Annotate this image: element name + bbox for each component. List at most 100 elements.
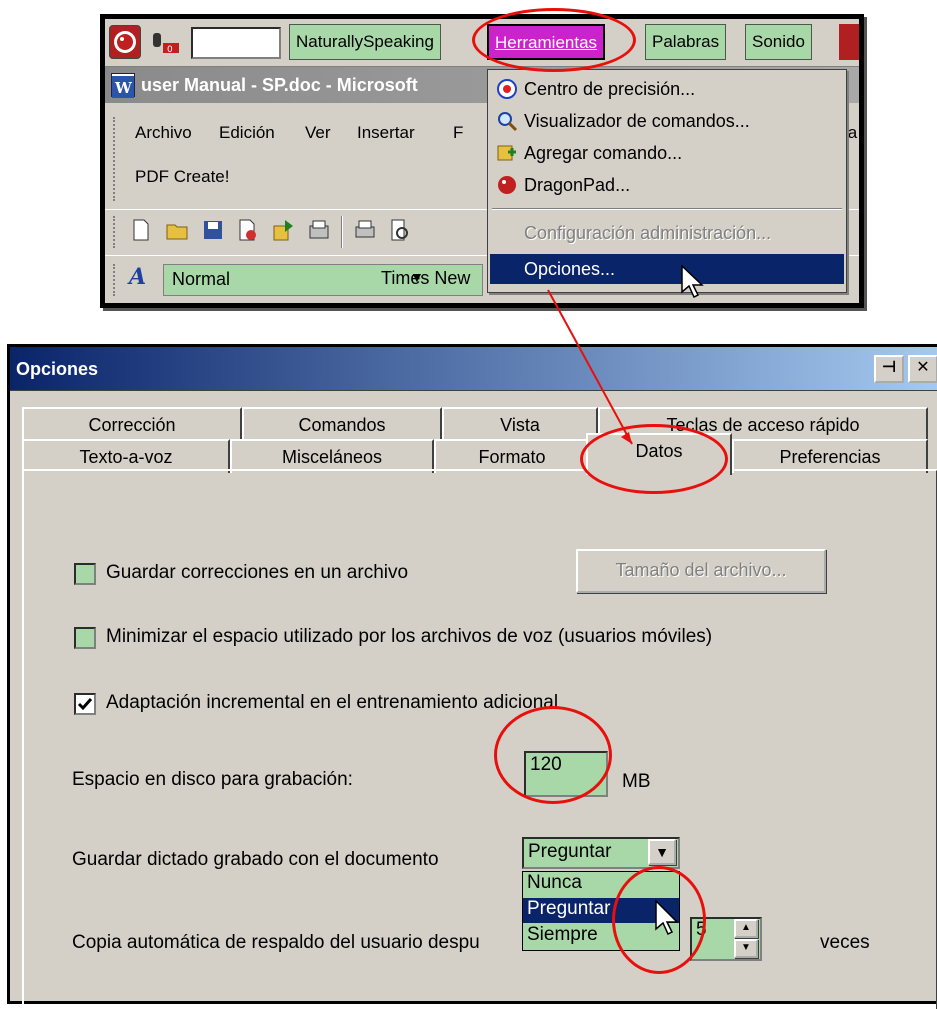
- menu-overflow[interactable]: [839, 24, 859, 60]
- style-value: Normal: [172, 269, 231, 289]
- add-command-icon: [497, 145, 516, 161]
- option-label: Nunca: [527, 872, 582, 893]
- option-label: Preguntar: [527, 898, 611, 919]
- tab-formato[interactable]: Formato: [434, 439, 590, 473]
- word-dragon-screenshot: 0 NaturallySpeaking Herramientas Palabra…: [100, 14, 864, 308]
- menu-item-label: Configuración administración...: [524, 223, 772, 243]
- tamano-archivo-button: Tamaño del archivo...: [576, 549, 826, 593]
- menu-edicion[interactable]: Edición: [219, 123, 275, 143]
- toolbar-separator: [341, 216, 343, 248]
- tab-datos[interactable]: Datos: [586, 433, 732, 475]
- tab-comandos[interactable]: Comandos: [242, 407, 442, 441]
- tamano-archivo-label: Tamaño del archivo...: [615, 560, 787, 580]
- tab-vista[interactable]: Vista: [442, 407, 598, 441]
- magnifier-icon: [498, 112, 518, 132]
- dragon-toolbar: 0 NaturallySpeaking Herramientas Palabra…: [105, 19, 859, 67]
- guardar-dictado-selected: Preguntar: [528, 841, 612, 862]
- audio-level-box: [191, 27, 281, 59]
- checkmark-icon: [77, 698, 93, 711]
- menu-naturallyspeaking[interactable]: NaturallySpeaking: [289, 24, 441, 60]
- open-folder-icon[interactable]: [165, 218, 189, 242]
- tab-correccion[interactable]: Corrección: [22, 407, 242, 441]
- font-value[interactable]: Times New: [381, 268, 470, 289]
- svg-text:W: W: [114, 79, 133, 97]
- spin-down-icon[interactable]: ▼: [734, 939, 758, 958]
- espacio-disco-label: Espacio en disco para grabación:: [72, 769, 353, 790]
- save-icon[interactable]: [201, 218, 225, 242]
- menu-item-dragonpad[interactable]: DragonPad...: [490, 170, 844, 200]
- tab-preferencias[interactable]: Preferencias: [732, 439, 928, 473]
- menu-palabras-label: Palabras: [652, 32, 720, 51]
- menu-item-opciones[interactable]: Opciones...: [490, 254, 844, 284]
- tab-label: Misceláneos: [281, 447, 383, 467]
- dragon-icon: [498, 176, 516, 194]
- menu-item-label: Visualizador de comandos...: [524, 111, 750, 131]
- dialog-title-bar: Opciones ⊣ ✕: [10, 347, 937, 391]
- menu-herramientas-label: Herramientas: [495, 33, 598, 52]
- workflow-icon[interactable]: [271, 218, 295, 242]
- espacio-disco-value: 120: [530, 754, 562, 775]
- tab-label: Teclas de acceso rápido: [666, 415, 860, 435]
- menu-item-label: DragonPad...: [524, 175, 631, 195]
- tab-label: Comandos: [298, 415, 386, 435]
- mouse-cursor-icon: [681, 264, 704, 299]
- tab-label: Vista: [500, 415, 540, 435]
- menu-palabras[interactable]: Palabras: [645, 24, 727, 60]
- menu-naturallyspeaking-label: NaturallySpeaking: [296, 32, 434, 51]
- pin-icon[interactable]: ⊣: [874, 355, 904, 383]
- guardar-correcciones-label: Guardar correcciones en un archivo: [106, 562, 409, 583]
- styles-pane-icon[interactable]: A: [129, 264, 159, 294]
- guardar-correcciones-checkbox[interactable]: [74, 563, 96, 585]
- new-document-icon[interactable]: [129, 218, 153, 242]
- mouse-cursor-icon: [655, 899, 679, 936]
- guardar-dictado-label: Guardar dictado grabado con el documento: [72, 849, 439, 870]
- menu-item-configuracion: Configuración administración...: [490, 218, 844, 248]
- menu-ver[interactable]: Ver: [305, 123, 331, 143]
- adaptacion-checkbox[interactable]: [74, 693, 96, 715]
- tab-label: Formato: [478, 447, 546, 467]
- menu-formato[interactable]: F: [453, 123, 463, 143]
- tab-texto-a-voz[interactable]: Texto-a-voz: [22, 439, 230, 473]
- copia-respaldo-label: Copia automática de respaldo del usuario…: [72, 932, 480, 953]
- dialog-title: Opciones: [16, 359, 99, 379]
- tab-label: Preferencias: [779, 447, 881, 467]
- dragon-logo-icon[interactable]: [109, 25, 141, 59]
- menu-item-label: Agregar comando...: [524, 143, 683, 163]
- print-icon[interactable]: [353, 218, 377, 242]
- menu-pdf-create[interactable]: PDF Create!: [135, 167, 229, 187]
- toolbar-grip: [113, 216, 117, 248]
- target-icon: [497, 79, 517, 99]
- menu-item-label: Centro de precisión...: [524, 79, 696, 99]
- menu-item-agregar-comando[interactable]: Agregar comando...: [490, 138, 844, 168]
- guardar-dictado-select[interactable]: Preguntar ▼: [522, 837, 680, 869]
- permission-icon[interactable]: [235, 218, 259, 242]
- menu-archivo[interactable]: Archivo: [135, 123, 192, 143]
- print-email-icon[interactable]: [307, 218, 331, 242]
- espacio-disco-input[interactable]: 120: [524, 751, 608, 797]
- menu-herramientas[interactable]: Herramientas: [487, 24, 606, 60]
- spin-up-icon[interactable]: ▲: [734, 919, 758, 938]
- menu-item-centro-precision[interactable]: Centro de precisión...: [490, 74, 844, 104]
- word-title-text: user Manual - SP.doc - Microsoft: [141, 75, 418, 95]
- herramientas-dropdown: Centro de precisión... Visualizador de c…: [487, 69, 847, 299]
- tab-label: Datos: [635, 441, 683, 461]
- menu-sonido[interactable]: Sonido: [745, 24, 812, 60]
- print-preview-icon[interactable]: [387, 218, 411, 242]
- menu-separator: [492, 208, 842, 210]
- menu-item-visualizador[interactable]: Visualizador de comandos...: [490, 106, 844, 136]
- microphone-icon[interactable]: 0: [149, 29, 183, 57]
- dropdown-arrow-icon[interactable]: ▼: [648, 839, 676, 865]
- svg-text:0: 0: [167, 45, 173, 55]
- tab-miscelaneos[interactable]: Misceláneos: [230, 439, 434, 473]
- minimizar-checkbox[interactable]: [74, 627, 96, 649]
- copia-respaldo-spinner[interactable]: 5 ▲ ▼: [690, 917, 762, 961]
- menubar-grip: [113, 117, 117, 201]
- close-icon[interactable]: ✕: [908, 355, 937, 383]
- menu-sonido-label: Sonido: [752, 32, 805, 51]
- menu-insertar[interactable]: Insertar: [357, 123, 415, 143]
- toolbar-grip: [113, 264, 117, 296]
- option-nunca[interactable]: Nunca: [523, 872, 679, 897]
- options-dialog: Opciones ⊣ ✕ Corrección Comandos Vista T…: [7, 344, 937, 1009]
- tab-label: Corrección: [88, 415, 176, 435]
- minimizar-label: Minimizar el espacio utilizado por los a…: [106, 626, 713, 647]
